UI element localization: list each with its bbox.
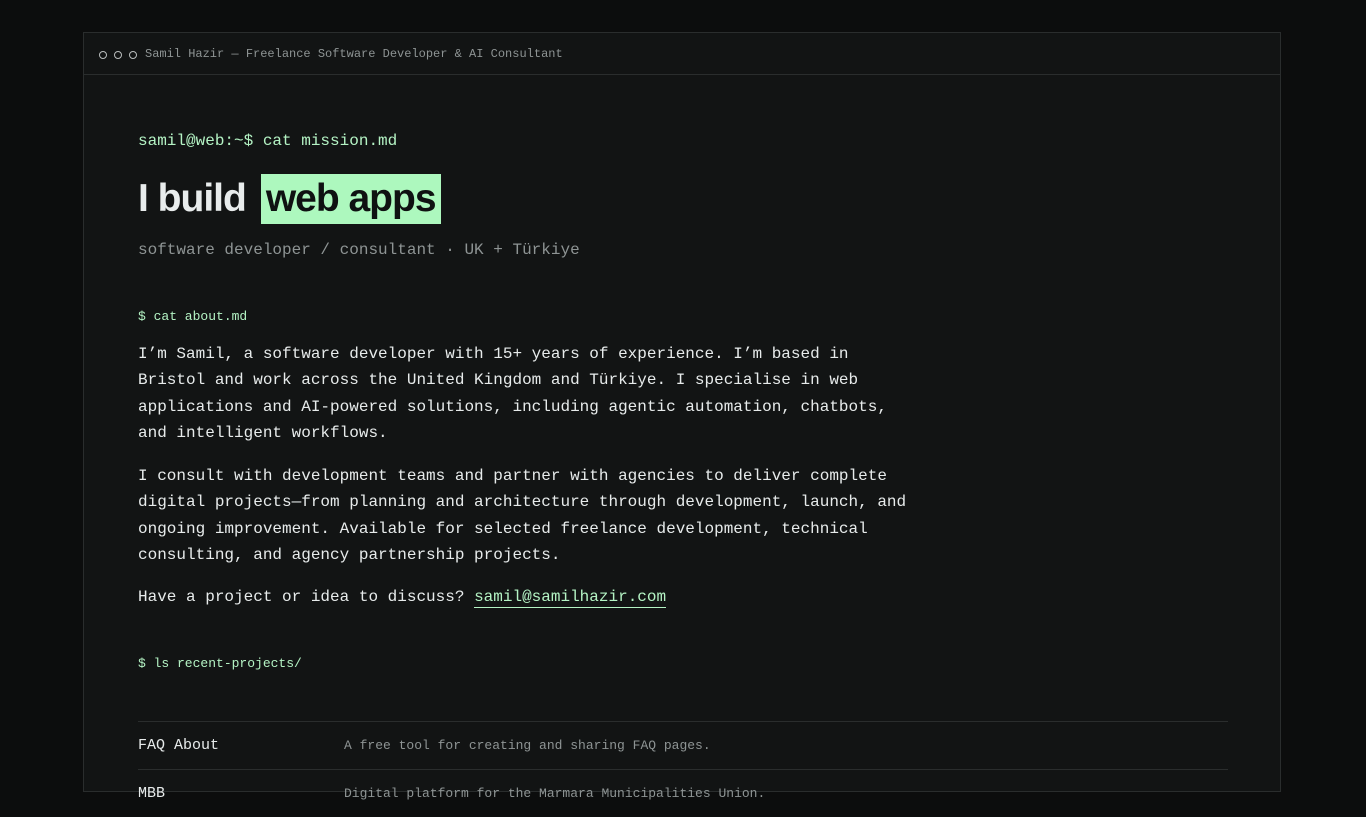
project-description: Digital platform for the Marmara Municip… [344, 786, 766, 801]
terminal-window: Samil Hazir — Freelance Software Develop… [83, 32, 1281, 802]
project-description: A free tool for creating and sharing FAQ… [344, 738, 711, 753]
window-control-dot[interactable] [114, 50, 122, 59]
headline-prefix: I build [138, 177, 247, 220]
about-command: $ cat about.md [138, 309, 248, 324]
contact-line: Have a project or idea to discuss? samil… [138, 584, 908, 610]
window-title: Samil Hazir — Freelance Software Develop… [145, 46, 563, 61]
page-headline: I build web apps [138, 174, 441, 224]
window-control-dot[interactable] [99, 50, 107, 59]
list-item[interactable]: FAQ About A free tool for creating and s… [138, 721, 1228, 769]
contact-prompt: Have a project or idea to discuss? [138, 588, 465, 606]
project-name[interactable]: FAQ About [138, 737, 344, 754]
email-link[interactable]: samil@samilhazir.com [474, 588, 667, 608]
page-subtitle: software developer / consultant · UK + T… [138, 241, 580, 259]
window-titlebar: Samil Hazir — Freelance Software Develop… [84, 33, 1280, 75]
window-control-dot[interactable] [129, 50, 137, 59]
about-paragraph-2: I consult with development teams and par… [138, 467, 907, 564]
project-name[interactable]: MBB [138, 785, 344, 802]
projects-command: $ ls recent-projects/ [138, 656, 302, 671]
about-paragraph-1: I’m Samil, a software developer with 15+… [138, 345, 887, 442]
list-item[interactable]: MBB Digital platform for the Marmara Mun… [138, 769, 1228, 817]
projects-list: FAQ About A free tool for creating and s… [138, 721, 1228, 817]
mission-prompt: samil@web:~$ cat mission.md [138, 132, 398, 150]
headline-highlight: web apps [260, 174, 441, 224]
